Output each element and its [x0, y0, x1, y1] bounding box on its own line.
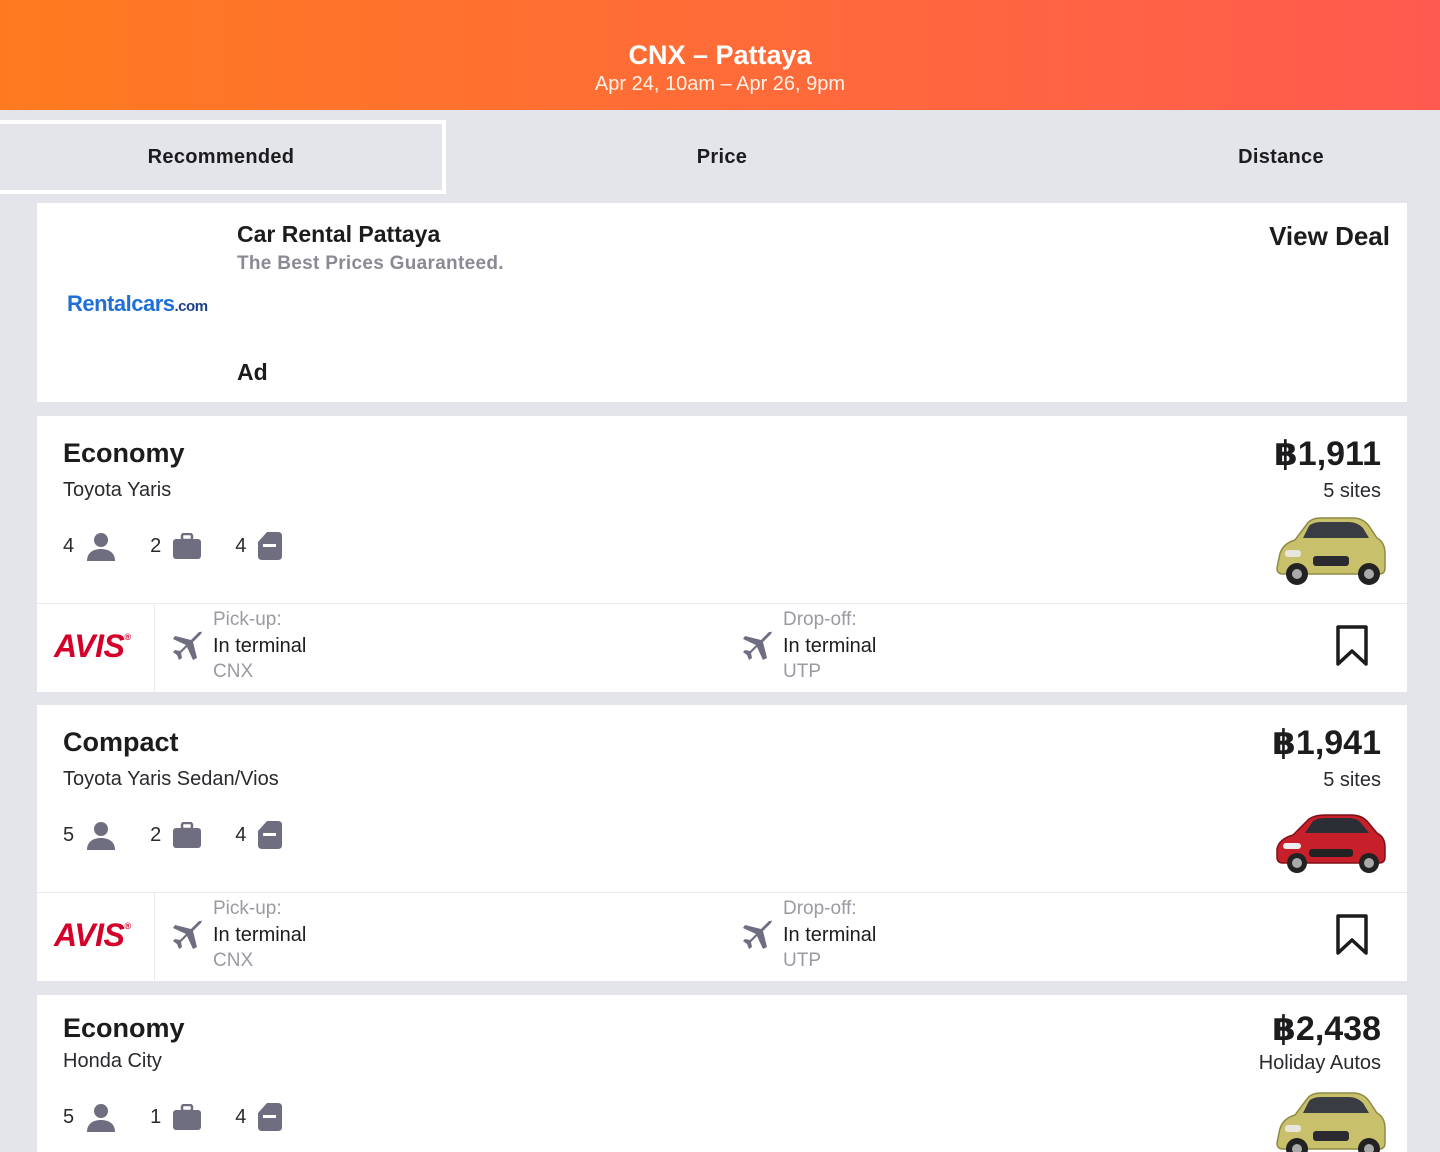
site-count: 5 sites: [1323, 480, 1381, 502]
agency-name: AVIS: [54, 628, 125, 664]
car-specs: 4 2 4: [63, 528, 316, 564]
door-icon: [258, 1103, 283, 1131]
tab-recommended[interactable]: Recommended: [0, 120, 446, 194]
passenger-count-value: 5: [63, 823, 75, 846]
dropoff-location: In terminal: [783, 635, 877, 657]
door-icon: [258, 821, 283, 849]
bag-count-value: 1: [150, 1105, 162, 1128]
airplane-icon: [743, 631, 772, 660]
dropoff-label: Drop-off:: [783, 898, 857, 919]
deal-price: ฿1,941: [1272, 724, 1381, 762]
briefcase-icon: [173, 822, 202, 848]
bookmark-icon[interactable]: [1335, 624, 1369, 668]
deal-summary[interactable]: Economy Toyota Yaris 4 2 4 ฿1,911 5 site…: [37, 416, 1407, 603]
pickup-code: CNX: [213, 661, 254, 682]
deal-card[interactable]: Compact Toyota Yaris Sedan/Vios 5 2 4 ฿1…: [37, 705, 1407, 981]
agency-logo-cell: AVIS®: [37, 604, 155, 692]
door-count: 4: [235, 821, 283, 849]
door-count: 4: [235, 532, 283, 560]
passenger-count: 4: [63, 531, 116, 561]
person-icon: [87, 822, 116, 850]
dropoff-code: UTP: [783, 950, 821, 971]
deal-price: ฿2,438: [1272, 1010, 1381, 1048]
agency-name: AVIS: [54, 917, 125, 953]
deal-summary[interactable]: Compact Toyota Yaris Sedan/Vios 5 2 4 ฿1…: [37, 705, 1407, 892]
pickup-location: In terminal: [213, 924, 307, 946]
car-specs: 5 1 4: [63, 1099, 316, 1135]
bag-count: 1: [150, 1104, 202, 1130]
header-bar: CNX – Pattaya Apr 24, 10am – Apr 26, 9pm: [0, 0, 1440, 110]
person-icon: [87, 1104, 116, 1132]
passenger-count: 5: [63, 820, 116, 850]
deal-card[interactable]: Economy Honda City 5 1 4 ฿2,438 Holiday …: [37, 995, 1407, 1152]
car-class: Compact: [63, 727, 179, 757]
car-model: Honda City: [63, 1050, 162, 1072]
sort-tabs: Recommended Price Distance: [0, 110, 1440, 204]
tab-distance[interactable]: Distance: [1122, 120, 1440, 194]
passenger-count-value: 5: [63, 1105, 75, 1128]
passenger-count: 5: [63, 1102, 116, 1132]
site-count: 5 sites: [1323, 769, 1381, 791]
trip-dates: Apr 24, 10am – Apr 26, 9pm: [594, 73, 846, 95]
airplane-icon: [173, 920, 202, 949]
car-image: [1276, 1092, 1386, 1152]
door-count-value: 4: [235, 823, 247, 846]
logo-main: Rentalcars: [67, 291, 175, 316]
bag-count: 2: [150, 822, 202, 848]
car-model: Toyota Yaris: [63, 479, 172, 501]
bag-count-value: 2: [150, 823, 162, 846]
briefcase-icon: [173, 533, 202, 559]
provider-name: Holiday Autos: [1258, 1052, 1381, 1074]
agency-logo-cell: AVIS®: [37, 893, 155, 981]
car-class: Economy: [63, 1013, 185, 1043]
pickup-label: Pick-up:: [213, 898, 282, 919]
deal-details: AVIS® Pick-up: In terminal CNX Drop-off:…: [37, 892, 1407, 981]
door-icon: [258, 532, 283, 560]
dropoff-location: In terminal: [783, 924, 877, 946]
avis-logo: AVIS®: [54, 917, 131, 954]
avis-logo: AVIS®: [54, 628, 131, 665]
registered-mark: ®: [124, 921, 131, 931]
bag-count: 2: [150, 533, 202, 559]
logo-suffix: .com: [174, 298, 209, 315]
car-class: Economy: [63, 438, 185, 468]
deal-summary[interactable]: Economy Honda City 5 1 4 ฿2,438 Holiday …: [37, 995, 1407, 1152]
door-count-value: 4: [235, 1105, 247, 1128]
car-image: [1276, 814, 1386, 873]
ad-label: Ad: [237, 359, 268, 385]
briefcase-icon: [173, 1104, 202, 1130]
ad-title: Car Rental Pattaya: [237, 221, 441, 247]
pickup-label: Pick-up:: [213, 609, 282, 630]
airplane-icon: [743, 920, 772, 949]
bag-count-value: 2: [150, 534, 162, 557]
page-title: CNX – Pattaya: [628, 40, 812, 70]
ad-card[interactable]: Rentalcars.com Car Rental Pattaya The Be…: [37, 203, 1407, 402]
deal-card[interactable]: Economy Toyota Yaris 4 2 4 ฿1,911 5 site…: [37, 416, 1407, 692]
door-count-value: 4: [235, 534, 247, 557]
pickup-location: In terminal: [213, 635, 307, 657]
car-image: [1276, 517, 1386, 585]
pickup-code: CNX: [213, 950, 254, 971]
rentalcars-logo: Rentalcars.com: [67, 291, 208, 317]
view-deal-button[interactable]: View Deal: [1269, 221, 1390, 252]
person-icon: [87, 533, 116, 561]
dropoff-label: Drop-off:: [783, 609, 857, 630]
car-specs: 5 2 4: [63, 817, 316, 853]
dropoff-code: UTP: [783, 661, 821, 682]
tab-price[interactable]: Price: [446, 120, 998, 194]
ad-subtitle: The Best Prices Guaranteed.: [237, 253, 504, 274]
car-model: Toyota Yaris Sedan/Vios: [63, 768, 279, 790]
deal-details: AVIS® Pick-up: In terminal CNX Drop-off:…: [37, 603, 1407, 692]
door-count: 4: [235, 1103, 283, 1131]
deal-price: ฿1,911: [1274, 435, 1381, 473]
registered-mark: ®: [124, 632, 131, 642]
airplane-icon: [173, 631, 202, 660]
passenger-count-value: 4: [63, 534, 75, 557]
bookmark-icon[interactable]: [1335, 913, 1369, 957]
